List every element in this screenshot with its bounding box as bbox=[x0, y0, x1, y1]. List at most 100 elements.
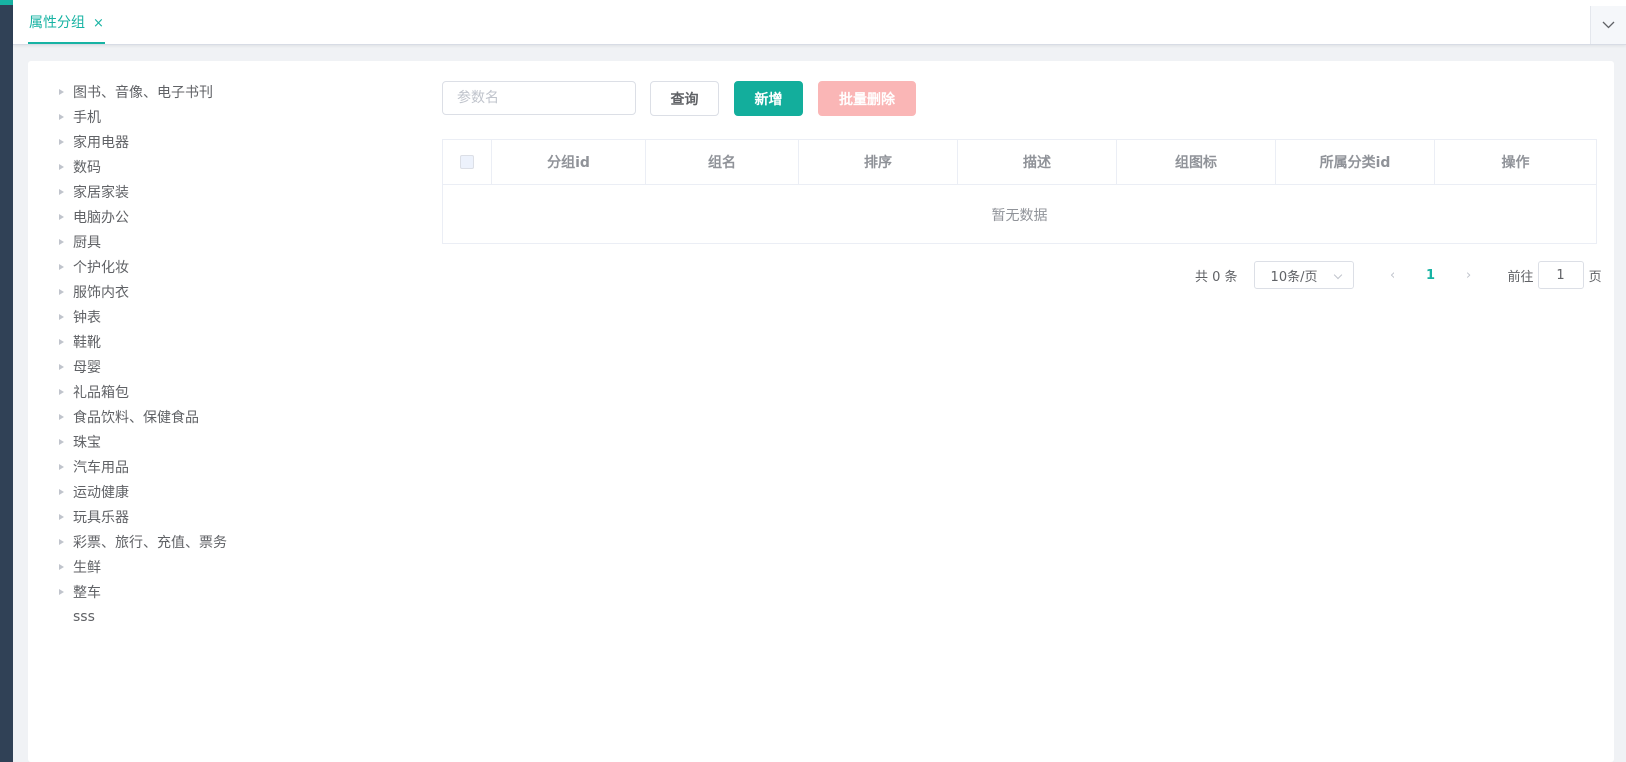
tree-node[interactable]: 珠宝 bbox=[56, 429, 416, 454]
tree-node[interactable]: 厨具 bbox=[56, 229, 416, 254]
page-size-select[interactable]: 10条/页 bbox=[1253, 261, 1354, 289]
tree-node[interactable]: 家用电器 bbox=[56, 129, 416, 154]
tree-node[interactable]: 个护化妆 bbox=[56, 254, 416, 279]
tree-node-label: 家居家装 bbox=[73, 184, 129, 201]
tree-node-label: 家用电器 bbox=[73, 134, 129, 151]
tab-attr-group[interactable]: 属性分组 × bbox=[28, 14, 105, 44]
column-header[interactable]: 组图标 bbox=[1117, 140, 1276, 184]
chevron-down-icon bbox=[1333, 270, 1342, 280]
tree-node-label: 图书、音像、电子书刊 bbox=[73, 84, 213, 101]
select-all-checkbox[interactable] bbox=[460, 155, 474, 169]
tree-node[interactable]: 汽车用品 bbox=[56, 454, 416, 479]
caret-right-icon[interactable] bbox=[59, 363, 64, 370]
tree-node[interactable]: 手机 bbox=[56, 104, 416, 129]
tree-node[interactable]: 彩票、旅行、充值、票务 bbox=[56, 529, 416, 554]
tree-node[interactable]: sss bbox=[56, 604, 416, 629]
caret-right-icon[interactable] bbox=[59, 488, 64, 495]
caret-right-icon[interactable] bbox=[59, 238, 64, 245]
caret-right-icon[interactable] bbox=[59, 138, 64, 145]
column-header[interactable]: 组名 bbox=[646, 140, 799, 184]
tree-node[interactable]: 整车 bbox=[56, 579, 416, 604]
tags-view-bar: 属性分组 × bbox=[13, 0, 1626, 45]
param-name-input[interactable] bbox=[442, 81, 636, 115]
tree-node-label: 食品饮料、保健食品 bbox=[73, 409, 199, 426]
chevron-left-icon: ‹ bbox=[1389, 267, 1396, 283]
caret-right-icon[interactable] bbox=[59, 263, 64, 270]
add-button[interactable]: 新增 bbox=[734, 81, 803, 116]
column-header[interactable]: 所属分类id bbox=[1276, 140, 1435, 184]
tree-node-label: 运动健康 bbox=[73, 484, 129, 501]
tab-dropdown-button[interactable] bbox=[1590, 6, 1626, 44]
goto-suffix: 页 bbox=[1588, 269, 1602, 285]
caret-right-icon[interactable] bbox=[59, 463, 64, 470]
column-header[interactable]: 排序 bbox=[799, 140, 958, 184]
tree-node[interactable]: 生鲜 bbox=[56, 554, 416, 579]
chevron-down-icon bbox=[1602, 21, 1615, 29]
goto-label: 前往 bbox=[1507, 269, 1534, 285]
query-button[interactable]: 查询 bbox=[650, 81, 719, 116]
tree-node-label: 母婴 bbox=[73, 359, 101, 376]
tab-close-icon[interactable]: × bbox=[93, 14, 104, 33]
tree-node-label: sss bbox=[73, 608, 95, 625]
tree-node[interactable]: 电脑办公 bbox=[56, 204, 416, 229]
caret-right-icon[interactable] bbox=[59, 288, 64, 295]
next-page-button[interactable]: › bbox=[1454, 261, 1484, 289]
caret-right-icon[interactable] bbox=[59, 213, 64, 220]
tree-node[interactable]: 玩具乐器 bbox=[56, 504, 416, 529]
tree-node[interactable]: 鞋靴 bbox=[56, 329, 416, 354]
caret-right-icon[interactable] bbox=[59, 338, 64, 345]
caret-right-icon[interactable] bbox=[59, 513, 64, 520]
pagination: 共 0 条 10条/页 ‹ 1 › 前往 页 bbox=[1195, 261, 1602, 289]
tree-node[interactable]: 食品饮料、保健食品 bbox=[56, 404, 416, 429]
table-header: 分组id 组名 排序 描述 组图标 所属分类id 操作 bbox=[443, 140, 1596, 185]
caret-right-icon[interactable] bbox=[59, 588, 64, 595]
tree-node-label: 个护化妆 bbox=[73, 259, 129, 276]
prev-page-button[interactable]: ‹ bbox=[1378, 261, 1408, 289]
tree-node[interactable]: 家居家装 bbox=[56, 179, 416, 204]
tree-node-label: 手机 bbox=[73, 109, 101, 126]
category-tree: 图书、音像、电子书刊 手机家用电器数码家居家装电脑办公厨具个护化妆服饰内衣钟表鞋靴… bbox=[56, 79, 416, 629]
column-header[interactable]: 操作 bbox=[1435, 140, 1596, 184]
tree-node[interactable]: 数码 bbox=[56, 154, 416, 179]
tab-label[interactable]: 属性分组 bbox=[29, 14, 85, 33]
tree-node-label: 整车 bbox=[73, 584, 101, 601]
tree-node-label: 生鲜 bbox=[73, 559, 101, 576]
caret-right-icon[interactable] bbox=[59, 438, 64, 445]
caret-right-icon[interactable] bbox=[59, 388, 64, 395]
tree-node[interactable]: 运动健康 bbox=[56, 479, 416, 504]
caret-right-icon[interactable] bbox=[59, 313, 64, 320]
caret-right-icon[interactable] bbox=[59, 563, 64, 570]
tree-node[interactable]: 钟表 bbox=[56, 304, 416, 329]
caret-right-icon[interactable] bbox=[59, 113, 64, 120]
tree-node-label: 钟表 bbox=[73, 309, 101, 326]
tree-node-label: 数码 bbox=[73, 159, 101, 176]
caret-right-icon[interactable] bbox=[59, 538, 64, 545]
tree-node-label: 彩票、旅行、充值、票务 bbox=[73, 534, 227, 551]
chevron-right-icon: › bbox=[1465, 267, 1472, 283]
page-number-1[interactable]: 1 bbox=[1416, 261, 1446, 289]
tree-node[interactable]: 图书、音像、电子书刊 bbox=[56, 79, 416, 104]
column-header[interactable]: 描述 bbox=[958, 140, 1117, 184]
left-sidebar-edge bbox=[0, 0, 13, 762]
tree-node[interactable]: 服饰内衣 bbox=[56, 279, 416, 304]
tree-node-label: 珠宝 bbox=[73, 434, 101, 451]
goto-page-input[interactable] bbox=[1537, 261, 1584, 289]
tree-node-label: 玩具乐器 bbox=[73, 509, 129, 526]
tree-node-label: 服饰内衣 bbox=[73, 284, 129, 301]
caret-right-icon[interactable] bbox=[59, 413, 64, 420]
attr-group-table: 分组id 组名 排序 描述 组图标 所属分类id 操作 暂无数据 bbox=[442, 139, 1597, 244]
tree-node-label: 电脑办公 bbox=[73, 209, 129, 226]
column-header[interactable]: 分组id bbox=[492, 140, 646, 184]
tree-node-label: 厨具 bbox=[73, 234, 101, 251]
tree-node-label: 鞋靴 bbox=[73, 334, 101, 351]
caret-right-icon[interactable] bbox=[59, 163, 64, 170]
batch-delete-button[interactable]: 批量删除 bbox=[818, 81, 916, 116]
caret-right-icon[interactable] bbox=[59, 188, 64, 195]
tree-node[interactable]: 母婴 bbox=[56, 354, 416, 379]
tree-node-label: 汽车用品 bbox=[73, 459, 129, 476]
total-count: 共 0 条 bbox=[1195, 269, 1238, 285]
tree-node-label: 礼品箱包 bbox=[73, 384, 129, 401]
sidebar-accent bbox=[0, 0, 13, 5]
caret-right-icon[interactable] bbox=[59, 88, 64, 95]
tree-node[interactable]: 礼品箱包 bbox=[56, 379, 416, 404]
